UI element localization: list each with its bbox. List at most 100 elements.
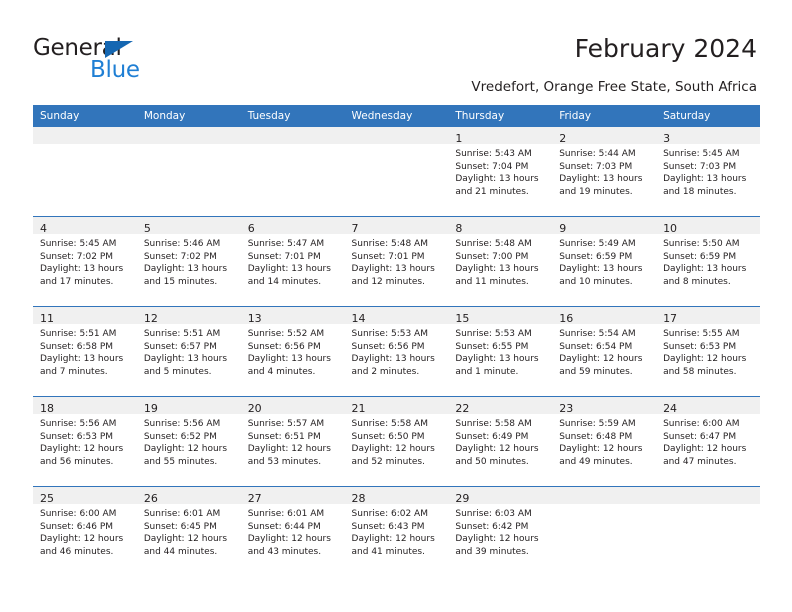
- sunset-text: Sunset: 7:00 PM: [455, 251, 529, 262]
- day-number: 24: [663, 402, 678, 415]
- daylight-text-line1: Daylight: 12 hours: [40, 534, 124, 545]
- calendar-day-cell[interactable]: 20 Sunrise: 5:57 AM Sunset: 6:51 PM Dayligh…: [240, 396, 345, 487]
- calendar-day-cell-empty: [552, 486, 657, 576]
- daylight-text-line1: Daylight: 13 hours: [247, 354, 331, 365]
- calendar-day-cell[interactable]: 2 Sunrise: 5:44 AM Sunset: 7:03 PM Daylight…: [552, 127, 657, 217]
- day-cell-content: 4 Sunrise: 5:45 AM Sunset: 7:02 PM Daylight…: [33, 217, 137, 306]
- calendar-day-cell[interactable]: 24 Sunrise: 6:00 AM Sunset: 6:47 PM Dayligh…: [656, 396, 760, 487]
- day-number: 17: [663, 312, 678, 325]
- page-subtitle: Vredefort, Orange Free State, South Afri…: [471, 79, 757, 95]
- sun-info: Sunrise: 5:53 AM Sunset: 6:55 PM Daylight:…: [448, 324, 552, 378]
- day-number-band: [136, 127, 241, 144]
- calendar-day-cell[interactable]: 8 Sunrise: 5:48 AM Sunset: 7:00 PM Daylight…: [448, 216, 553, 307]
- day-cell-content: 24 Sunrise: 6:00 AM Sunset: 6:47 PM Dayligh…: [656, 397, 760, 486]
- daylight-text-line2: and 19 minutes.: [559, 186, 633, 197]
- calendar-week-row: 18 Sunrise: 5:56 AM Sunset: 6:53 PM Dayligh…: [33, 396, 760, 487]
- calendar-day-cell[interactable]: 12 Sunrise: 5:51 AM Sunset: 6:57 PM Dayligh…: [136, 306, 241, 397]
- calendar-day-cell[interactable]: 13 Sunrise: 5:52 AM Sunset: 6:56 PM Dayligh…: [240, 306, 345, 397]
- day-number-band: 10: [656, 217, 760, 235]
- calendar-day-cell[interactable]: 23 Sunrise: 5:59 AM Sunset: 6:48 PM Dayligh…: [552, 396, 657, 487]
- calendar-day-cell[interactable]: 18 Sunrise: 5:56 AM Sunset: 6:53 PM Dayligh…: [33, 396, 137, 487]
- day-number-band: 13: [240, 307, 345, 325]
- sunset-text: Sunset: 6:53 PM: [663, 341, 737, 352]
- day-number: 2: [559, 132, 567, 145]
- calendar-day-cell[interactable]: 6 Sunrise: 5:47 AM Sunset: 7:01 PM Daylight…: [240, 216, 345, 307]
- calendar-day-cell[interactable]: 5 Sunrise: 5:46 AM Sunset: 7:02 PM Daylight…: [136, 216, 241, 307]
- day-number-band: 6: [240, 217, 345, 235]
- calendar-day-cell[interactable]: 16 Sunrise: 5:54 AM Sunset: 6:54 PM Dayligh…: [552, 306, 657, 397]
- calendar-day-cell[interactable]: 21 Sunrise: 5:58 AM Sunset: 6:50 PM Dayligh…: [344, 396, 449, 487]
- daylight-text-line2: and 56 minutes.: [40, 456, 114, 467]
- day-cell-content: 2 Sunrise: 5:44 AM Sunset: 7:03 PM Daylight…: [552, 127, 657, 216]
- sunrise-text: Sunrise: 6:00 AM: [40, 509, 117, 519]
- daylight-text-line1: Daylight: 13 hours: [663, 174, 747, 185]
- sun-info: Sunrise: 5:44 AM Sunset: 7:03 PM Daylight:…: [552, 144, 656, 198]
- day-number: 13: [247, 312, 262, 325]
- sunset-text: Sunset: 6:45 PM: [143, 521, 217, 532]
- sun-info: Sunrise: 5:48 AM Sunset: 7:01 PM Daylight:…: [345, 234, 449, 288]
- calendar-day-cell[interactable]: 28 Sunrise: 6:02 AM Sunset: 6:43 PM Dayligh…: [344, 486, 449, 576]
- calendar-day-cell[interactable]: 7 Sunrise: 5:48 AM Sunset: 7:01 PM Daylight…: [344, 216, 449, 307]
- sunrise-text: Sunrise: 6:01 AM: [143, 509, 221, 519]
- daylight-text-line1: Daylight: 12 hours: [143, 444, 228, 455]
- calendar-day-cell-empty: [136, 127, 241, 217]
- sun-info: Sunrise: 5:47 AM Sunset: 7:01 PM Daylight:…: [241, 234, 345, 288]
- sunset-text: Sunset: 6:56 PM: [247, 341, 321, 352]
- calendar-day-cell[interactable]: 29 Sunrise: 6:03 AM Sunset: 6:42 PM Dayligh…: [448, 486, 553, 576]
- calendar-day-cell[interactable]: 11 Sunrise: 5:51 AM Sunset: 6:58 PM Dayligh…: [33, 306, 137, 397]
- daylight-text-line1: Daylight: 13 hours: [455, 174, 539, 185]
- sunrise-text: Sunrise: 6:01 AM: [247, 509, 325, 519]
- day-cell-content: 12 Sunrise: 5:51 AM Sunset: 6:57 PM Dayligh…: [136, 307, 241, 396]
- sunset-text: Sunset: 6:54 PM: [559, 341, 633, 352]
- sunrise-text: Sunrise: 5:50 AM: [663, 239, 740, 249]
- day-number-band: 11: [33, 307, 137, 325]
- calendar-day-cell[interactable]: 22 Sunrise: 5:58 AM Sunset: 6:49 PM Dayligh…: [448, 396, 553, 487]
- sun-info: Sunrise: 5:56 AM Sunset: 6:53 PM Daylight:…: [33, 414, 137, 468]
- day-number-band: 3: [656, 127, 760, 145]
- day-number-band: [33, 127, 137, 144]
- calendar-day-cell[interactable]: 1 Sunrise: 5:43 AM Sunset: 7:04 PM Daylight…: [448, 127, 553, 217]
- sunset-text: Sunset: 6:59 PM: [663, 251, 737, 262]
- day-number-band: 25: [33, 487, 137, 505]
- calendar-day-cell[interactable]: 25 Sunrise: 6:00 AM Sunset: 6:46 PM Dayligh…: [33, 486, 137, 576]
- sunset-text: Sunset: 6:49 PM: [455, 431, 529, 442]
- day-number: 25: [40, 492, 54, 505]
- calendar-page: General Blue February 2024 Vredefort, Or…: [0, 0, 792, 612]
- sunrise-text: Sunrise: 5:56 AM: [143, 419, 221, 429]
- calendar-day-cell-empty: [33, 127, 137, 217]
- calendar-day-cell[interactable]: 9 Sunrise: 5:49 AM Sunset: 6:59 PM Daylight…: [552, 216, 657, 307]
- day-number-band: 24: [656, 397, 760, 415]
- calendar-day-cell[interactable]: 4 Sunrise: 5:45 AM Sunset: 7:02 PM Daylight…: [33, 216, 137, 307]
- general-blue-logo[interactable]: General Blue: [33, 36, 263, 92]
- day-cell-content: 9 Sunrise: 5:49 AM Sunset: 6:59 PM Daylight…: [552, 217, 657, 306]
- calendar-day-cell[interactable]: 3 Sunrise: 5:45 AM Sunset: 7:03 PM Daylight…: [656, 127, 760, 217]
- day-number-band: 2: [552, 127, 657, 145]
- calendar-day-cell[interactable]: 19 Sunrise: 5:56 AM Sunset: 6:52 PM Dayligh…: [136, 396, 241, 487]
- daylight-text-line1: Daylight: 13 hours: [351, 354, 435, 365]
- calendar-day-cell[interactable]: 10 Sunrise: 5:50 AM Sunset: 6:59 PM Dayligh…: [656, 216, 760, 307]
- sun-info: Sunrise: 5:51 AM Sunset: 6:58 PM Daylight:…: [33, 324, 137, 378]
- sun-info: Sunrise: 6:00 AM Sunset: 6:47 PM Daylight:…: [656, 414, 760, 468]
- sunset-text: Sunset: 6:55 PM: [455, 341, 529, 352]
- calendar-week-row: 4 Sunrise: 5:45 AM Sunset: 7:02 PM Daylight…: [33, 216, 760, 307]
- daylight-text-line1: Daylight: 13 hours: [351, 264, 435, 275]
- sunset-text: Sunset: 7:03 PM: [663, 161, 737, 172]
- day-number-band: 28: [344, 487, 449, 505]
- day-cell-content: 26 Sunrise: 6:01 AM Sunset: 6:45 PM Dayligh…: [136, 487, 241, 576]
- weekday-header-friday: Friday: [552, 105, 657, 127]
- day-number-band: 18: [33, 397, 137, 415]
- daylight-text-line1: Daylight: 12 hours: [455, 534, 539, 545]
- calendar-day-cell[interactable]: 14 Sunrise: 5:53 AM Sunset: 6:56 PM Dayligh…: [344, 306, 449, 397]
- calendar-day-cell[interactable]: 15 Sunrise: 5:53 AM Sunset: 6:55 PM Dayligh…: [448, 306, 553, 397]
- calendar-day-cell[interactable]: 26 Sunrise: 6:01 AM Sunset: 6:45 PM Dayligh…: [136, 486, 241, 576]
- empty-day-cell: [656, 487, 760, 576]
- triangle-icon: [105, 41, 133, 58]
- daylight-text-line1: Daylight: 13 hours: [40, 354, 124, 365]
- sunrise-text: Sunrise: 5:53 AM: [455, 329, 532, 339]
- calendar-day-cell[interactable]: 17 Sunrise: 5:55 AM Sunset: 6:53 PM Dayligh…: [656, 306, 760, 397]
- day-number-band: 5: [136, 217, 241, 235]
- day-number: 7: [351, 222, 359, 235]
- sun-info: Sunrise: 6:03 AM Sunset: 6:42 PM Daylight:…: [448, 504, 552, 558]
- day-cell-content: 18 Sunrise: 5:56 AM Sunset: 6:53 PM Dayligh…: [33, 397, 137, 486]
- calendar-day-cell[interactable]: 27 Sunrise: 6:01 AM Sunset: 6:44 PM Dayligh…: [240, 486, 345, 576]
